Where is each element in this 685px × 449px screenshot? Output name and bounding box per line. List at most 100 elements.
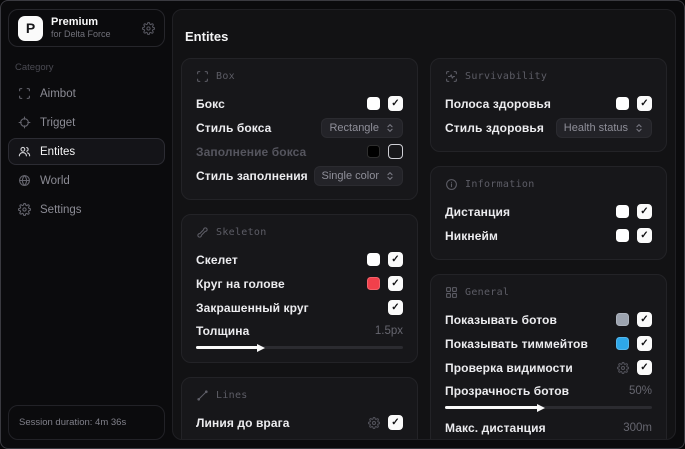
color-swatch[interactable]	[367, 253, 380, 266]
sidebar-item-label: World	[40, 174, 70, 187]
sidebar-item-label: Entites	[40, 145, 76, 158]
sidebar-item-label: Aimbot	[40, 87, 76, 100]
health-style-select[interactable]: Health status	[555, 117, 652, 138]
checkbox[interactable]	[637, 204, 652, 219]
slider-value: 300m	[623, 422, 652, 434]
sidebar: P Premium for Delta Force Category Aimbo…	[1, 1, 172, 448]
gear-icon	[18, 203, 31, 216]
sidebar-item-trigget[interactable]: Trigget	[8, 109, 165, 136]
setting-row: Проверка видимости	[445, 357, 652, 378]
sidebar-item-label: Settings	[40, 203, 82, 216]
page-title: Entites	[185, 29, 229, 44]
session-duration: Session duration: 4m 36s	[8, 405, 165, 440]
pulse-icon	[445, 70, 458, 83]
checkbox[interactable]	[388, 252, 403, 267]
bot-opacity-slider-row: Прозрачность ботов 50%	[445, 384, 652, 412]
checkbox[interactable]	[637, 312, 652, 327]
fill-style-select[interactable]: Single color	[313, 165, 403, 186]
brand-subtitle: for Delta Force	[51, 29, 111, 40]
right-column: Survivability Полоса здоровья Стиль здор…	[430, 58, 667, 439]
sidebar-nav: Aimbot Trigget Entites World Settings	[8, 80, 165, 223]
chevrons-up-down-icon	[385, 123, 395, 133]
setting-row: Показывать ботов	[445, 309, 652, 330]
users-icon	[18, 145, 31, 158]
setting-row: Стиль заполнения Single color	[196, 165, 403, 186]
setting-row: Никнейм	[445, 225, 652, 246]
color-swatch[interactable]	[616, 313, 629, 326]
line-icon	[196, 389, 209, 402]
card-lines: Lines Линия до врага Линия взгляда	[181, 377, 418, 440]
chevrons-up-down-icon	[634, 123, 644, 133]
setting-row: Заполнение бокса	[196, 141, 403, 162]
setting-row: Закрашенный круг	[196, 297, 403, 318]
box-icon	[196, 70, 209, 83]
thickness-slider[interactable]	[196, 343, 403, 352]
card-title: Lines	[216, 390, 248, 401]
setting-row: Дистанция	[445, 201, 652, 222]
setting-row: Бокс	[196, 93, 403, 114]
globe-icon	[18, 174, 31, 187]
app-window: P Premium for Delta Force Category Aimbo…	[0, 0, 685, 449]
scan-icon	[18, 87, 31, 100]
sidebar-item-world[interactable]: World	[8, 167, 165, 194]
brand-card: P Premium for Delta Force	[8, 9, 165, 47]
card-title: Skeleton	[216, 227, 267, 238]
setting-row: Линия до врага	[196, 412, 403, 433]
setting-row: Показывать тиммейтов	[445, 333, 652, 354]
slider-value: 50%	[628, 385, 652, 397]
setting-row: Линия взгляда	[196, 436, 403, 440]
card-title: Box	[216, 71, 235, 82]
max-distance-slider-row: Макс. дистанция 300m	[445, 421, 652, 439]
setting-row: Стиль бокса Rectangle	[196, 117, 403, 138]
category-label: Category	[15, 62, 54, 73]
slider-thumb[interactable]	[257, 343, 266, 352]
checkbox[interactable]	[637, 336, 652, 351]
setting-row: Полоса здоровья	[445, 93, 652, 114]
sidebar-item-label: Trigget	[40, 116, 76, 129]
setting-row: Скелет	[196, 249, 403, 270]
brand-title: Premium	[51, 16, 99, 28]
thickness-slider-row: Толщина 1.5px	[196, 324, 403, 352]
checkbox[interactable]	[637, 96, 652, 111]
gear-icon[interactable]	[617, 361, 629, 374]
crosshair-icon	[18, 116, 31, 129]
bone-icon	[196, 226, 209, 239]
slider-value: 1.5px	[374, 325, 403, 337]
sidebar-item-settings[interactable]: Settings	[8, 196, 165, 223]
card-general: General Показывать ботов Показывать тимм…	[430, 274, 667, 439]
checkbox[interactable]	[388, 415, 403, 430]
checkbox[interactable]	[637, 360, 652, 375]
color-swatch[interactable]	[367, 145, 380, 158]
checkbox[interactable]	[388, 96, 403, 111]
box-style-select[interactable]: Rectangle	[321, 117, 403, 138]
grid-icon	[445, 286, 458, 299]
gear-icon[interactable]	[142, 21, 155, 35]
color-swatch[interactable]	[616, 205, 629, 218]
color-swatch[interactable]	[616, 337, 629, 350]
app-logo: P	[18, 15, 43, 41]
chevrons-up-down-icon	[385, 171, 395, 181]
bot-opacity-slider[interactable]	[445, 403, 652, 412]
main-panel: Entites Box Бокс ✓ Стиль бокса Rectangle…	[172, 9, 676, 440]
card-box: Box Бокс Стиль бокса Rectangle	[181, 58, 418, 200]
checkbox[interactable]	[388, 276, 403, 291]
slider-thumb[interactable]	[537, 403, 546, 412]
checkbox[interactable]	[388, 439, 403, 440]
gear-icon[interactable]	[368, 416, 380, 429]
checkbox[interactable]	[388, 144, 403, 159]
color-swatch[interactable]	[367, 277, 380, 290]
setting-row: Круг на голове	[196, 273, 403, 294]
sidebar-item-aimbot[interactable]: Aimbot	[8, 80, 165, 107]
card-title: General	[465, 287, 510, 298]
left-column: Box Бокс Стиль бокса Rectangle	[181, 58, 418, 440]
card-skeleton: Skeleton Скелет Круг на голове	[181, 214, 418, 363]
color-swatch[interactable]	[616, 229, 629, 242]
card-information: Information Дистанция Никнейм	[430, 166, 667, 260]
color-swatch[interactable]	[367, 97, 380, 110]
checkbox[interactable]	[388, 300, 403, 315]
checkbox[interactable]	[637, 228, 652, 243]
color-swatch[interactable]	[616, 97, 629, 110]
info-icon	[445, 178, 458, 191]
card-survivability: Survivability Полоса здоровья Стиль здор…	[430, 58, 667, 152]
sidebar-item-entites[interactable]: Entites	[8, 138, 165, 165]
